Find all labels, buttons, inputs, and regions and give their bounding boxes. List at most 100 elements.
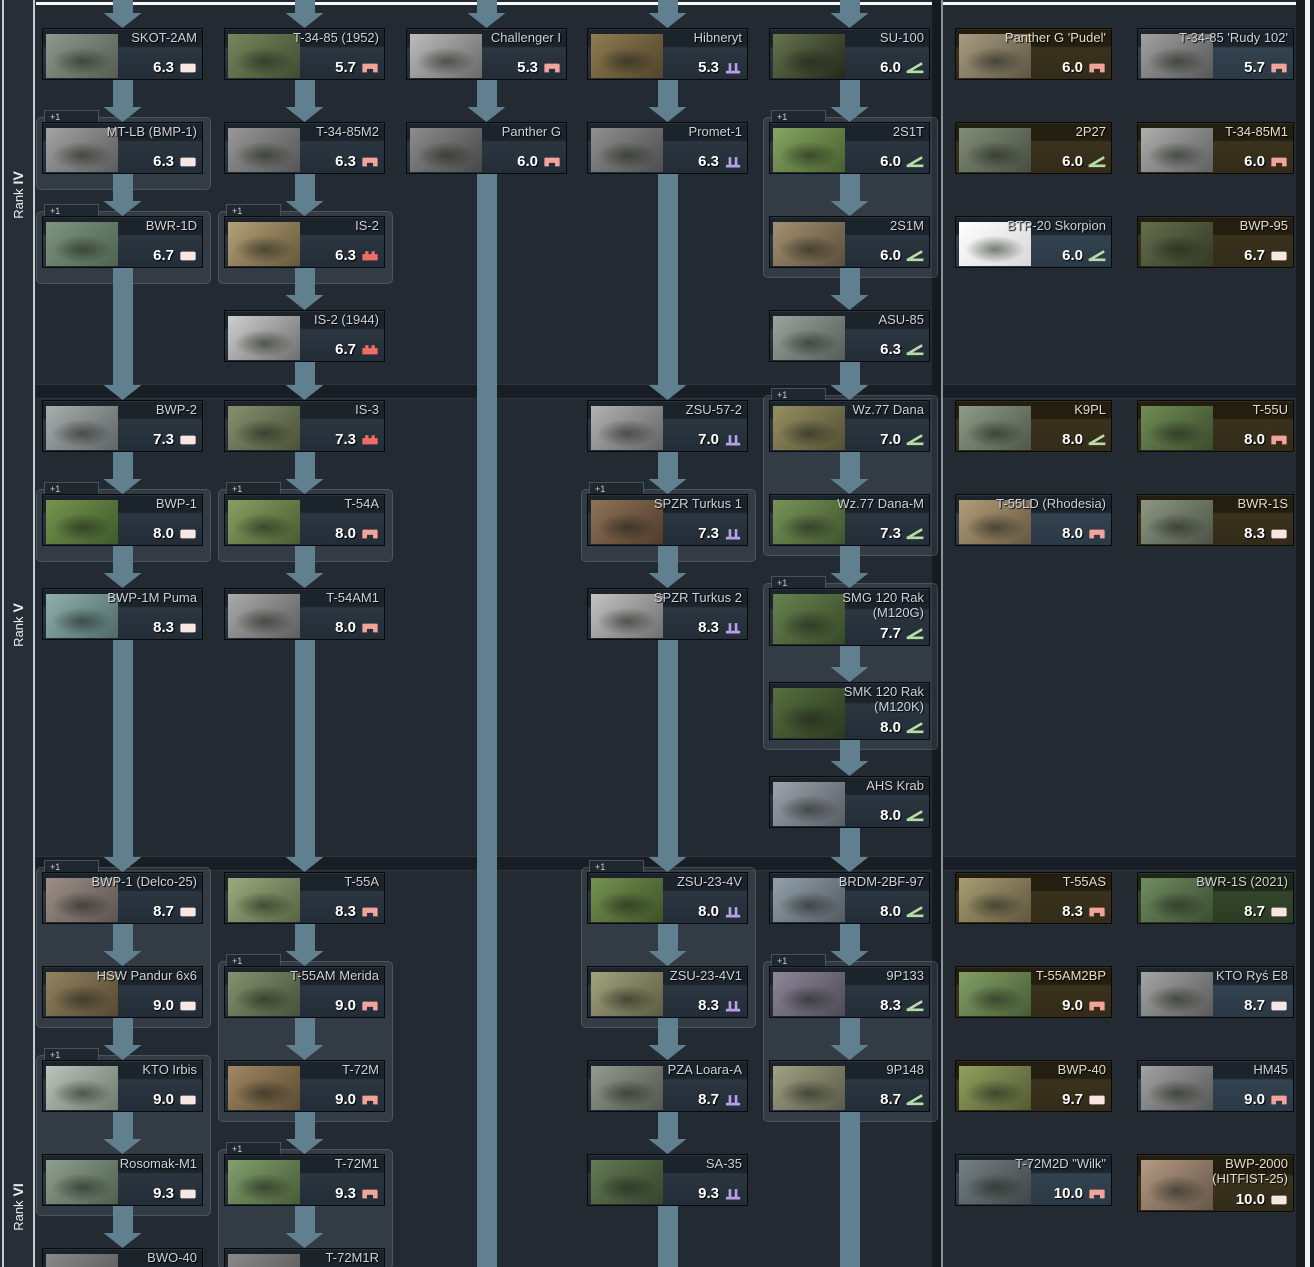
vehicle-card[interactable]: Promet-16.3 <box>587 122 748 174</box>
vehicle-card[interactable]: Panther G 'Pudel'6.0 <box>955 28 1112 80</box>
vehicle-card[interactable]: BWR-1S (2021)8.7 <box>1137 872 1294 924</box>
vehicle-card[interactable]: IS-26.3 <box>224 216 385 268</box>
scrollbar-thumb[interactable] <box>1305 0 1310 1267</box>
battle-rating-row: 8.3 <box>1062 903 1106 920</box>
battle-rating-row: 9.0 <box>153 997 197 1014</box>
vehicle-card[interactable]: SKOT-2AM6.3 <box>42 28 203 80</box>
battle-rating-value: 6.3 <box>880 341 901 358</box>
vehicle-card[interactable]: BWP-18.0 <box>42 494 203 546</box>
battle-rating-row: 7.0 <box>698 431 742 448</box>
vehicle-class-light-icon <box>1088 1094 1106 1106</box>
vehicle-card[interactable]: Hibneryt5.3 <box>587 28 748 80</box>
vehicle-card[interactable]: SMK 120 Rak (M120K)8.0 <box>769 682 930 740</box>
vehicle-card[interactable]: T-55A8.3 <box>224 872 385 924</box>
vehicle-card[interactable]: BWP-1M Puma8.3 <box>42 588 203 640</box>
vehicle-class-medium-icon <box>543 156 561 168</box>
vehicle-name: T-72M <box>229 1062 379 1077</box>
vehicle-card[interactable]: MT-LB (BMP-1)6.3 <box>42 122 203 174</box>
vehicle-card[interactable]: T-55AS8.3 <box>955 872 1112 924</box>
vehicle-card[interactable]: T-34-85 (1952)5.7 <box>224 28 385 80</box>
vehicle-card[interactable]: T-54A8.0 <box>224 494 385 546</box>
battle-rating-value: 8.7 <box>698 1091 719 1108</box>
vehicle-card[interactable]: T-55AM2BP9.0 <box>955 966 1112 1018</box>
vehicle-card[interactable]: HM459.0 <box>1137 1060 1294 1112</box>
battle-rating-row: 8.0 <box>880 719 924 736</box>
battle-rating-value: 9.0 <box>1062 997 1083 1014</box>
vehicle-card[interactable]: T-34-85M26.3 <box>224 122 385 174</box>
vehicle-card[interactable]: SA-359.3 <box>587 1154 748 1206</box>
vehicle-card[interactable]: ZSU-57-27.0 <box>587 400 748 452</box>
vehicle-class-spaa-icon <box>724 528 742 540</box>
vehicle-card[interactable]: SU-1006.0 <box>769 28 930 80</box>
vehicle-card[interactable]: ZSU-23-4V1 8.3 <box>587 966 748 1018</box>
battle-rating-row: 8.3 <box>698 997 742 1014</box>
tree-connector-line <box>295 1112 315 1139</box>
vehicle-name: ZSU-23-4V1 <box>592 968 742 983</box>
battle-rating-value: 7.0 <box>880 431 901 448</box>
vehicle-card[interactable]: BWP-2000 (HITFIST-25)10.0 <box>1137 1154 1294 1212</box>
vehicle-card[interactable]: BWP-956.7 <box>1137 216 1294 268</box>
vehicle-card[interactable]: SPZR Turkus 28.3 <box>587 588 748 640</box>
battle-rating-row: 7.3 <box>335 431 379 448</box>
vehicle-card[interactable]: BRDM-2BF-978.0 <box>769 872 930 924</box>
battle-rating-row: 6.3 <box>335 153 379 170</box>
vehicle-card[interactable]: 2S1T6.0 <box>769 122 930 174</box>
vehicle-card[interactable]: AHS Krab8.0 <box>769 776 930 828</box>
vehicle-card[interactable]: BWP-409.7 <box>955 1060 1112 1112</box>
vehicle-class-medium-icon <box>1088 62 1106 74</box>
vehicle-card[interactable]: T-55LD (Rhodesia)8.0 <box>955 494 1112 546</box>
vehicle-card[interactable]: PZA Loara-A8.7 <box>587 1060 748 1112</box>
vehicle-card[interactable]: SPZR Turkus 17.3 <box>587 494 748 546</box>
vehicle-class-medium-icon <box>1270 156 1288 168</box>
battle-rating-row: 9.0 <box>1244 1091 1288 1108</box>
vehicle-card[interactable]: K9PL8.0 <box>955 400 1112 452</box>
vehicle-card[interactable]: ASU-856.3 <box>769 310 930 362</box>
vehicle-card[interactable]: T-72M1R <box>224 1248 385 1267</box>
tree-connector-line <box>295 80 315 107</box>
vehicle-name: KTO Ryś E8 <box>1142 968 1288 983</box>
vehicle-card[interactable]: 9P1338.3 <box>769 966 930 1018</box>
vehicle-card[interactable]: T-72M19.3 <box>224 1154 385 1206</box>
vehicle-class-td-icon <box>906 628 924 640</box>
vehicle-card[interactable]: ZSU-23-4V8.0 <box>587 872 748 924</box>
vehicle-card[interactable]: IS-37.3 <box>224 400 385 452</box>
vehicle-card[interactable]: T-34-85 'Rudy 102'5.7 <box>1137 28 1294 80</box>
vehicle-class-medium-icon <box>543 62 561 74</box>
arrow-connector <box>649 1045 687 1060</box>
vehicle-card[interactable]: T-55U8.0 <box>1137 400 1294 452</box>
vehicle-card[interactable]: 2S1M6.0 <box>769 216 930 268</box>
vehicle-card[interactable]: Wz.77 Dana7.0 <box>769 400 930 452</box>
vehicle-card[interactable]: T-72M2D "Wilk"10.0 <box>955 1154 1112 1206</box>
battle-rating-value: 8.7 <box>153 903 174 920</box>
vehicle-card[interactable]: KTO Irbis9.0 <box>42 1060 203 1112</box>
sidebar-edge-line <box>2 0 4 1267</box>
battle-rating-row: 8.0 <box>335 619 379 636</box>
vehicle-card[interactable]: BWO-40 <box>42 1248 203 1267</box>
vehicle-card[interactable]: T-72M9.0 <box>224 1060 385 1112</box>
vehicle-class-medium-icon <box>361 622 379 634</box>
vehicle-card[interactable]: BTP-20 Skorpion6.0 <box>955 216 1112 268</box>
battle-rating-value: 6.0 <box>880 59 901 76</box>
vehicle-card[interactable]: IS-2 (1944)6.7 <box>224 310 385 362</box>
vehicle-class-spaa-icon <box>724 62 742 74</box>
vehicle-card[interactable]: BWR-1S8.3 <box>1137 494 1294 546</box>
vehicle-card[interactable]: BWR-1D6.7 <box>42 216 203 268</box>
vehicle-card[interactable]: T-34-85M16.0 <box>1137 122 1294 174</box>
vehicle-card[interactable]: Challenger I5.3 <box>406 28 567 80</box>
battle-rating-value: 10.0 <box>1054 1185 1083 1202</box>
vehicle-card[interactable]: 9P1488.7 <box>769 1060 930 1112</box>
vehicle-card[interactable]: KTO Ryś E88.7 <box>1137 966 1294 1018</box>
vehicle-card[interactable]: T-55AM Merida9.0 <box>224 966 385 1018</box>
vehicle-card[interactable]: Wz.77 Dana-M7.3 <box>769 494 930 546</box>
tree-connector-line <box>477 174 497 1267</box>
battle-rating-value: 8.0 <box>1062 525 1083 542</box>
vehicle-card[interactable]: BWP-1 (Delco-25)8.7 <box>42 872 203 924</box>
vehicle-card[interactable]: 2P276.0 <box>955 122 1112 174</box>
vehicle-card[interactable]: HSW Pandur 6x69.0 <box>42 966 203 1018</box>
vehicle-name: T-55A <box>229 874 379 889</box>
vehicle-card[interactable]: BWP-27.3 <box>42 400 203 452</box>
vehicle-card[interactable]: SMG 120 Rak (M120G)7.7 <box>769 588 930 646</box>
vehicle-card[interactable]: T-54AM18.0 <box>224 588 385 640</box>
vehicle-card[interactable]: Panther G6.0 <box>406 122 567 174</box>
vehicle-card[interactable]: Rosomak-M19.3 <box>42 1154 203 1206</box>
